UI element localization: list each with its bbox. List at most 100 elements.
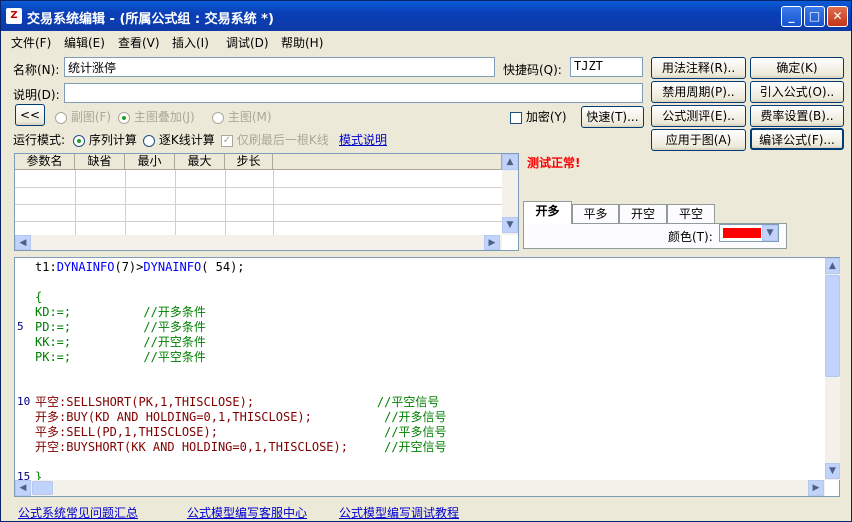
test-formula-button[interactable]: 公式测评(E).. — [651, 105, 746, 127]
app-icon: Z — [6, 8, 22, 24]
menu-edit[interactable]: 编辑(E) — [64, 34, 105, 51]
main-chart-label: 主图(M) — [227, 110, 272, 124]
code-text[interactable]: t1:DYNAINFO(7)>DYNAINFO( 54); {KD:=; //开… — [35, 260, 447, 485]
faq-link[interactable]: 公式系统常见问题汇总 — [18, 504, 138, 521]
code-line[interactable]: PD:=; //平多条件 — [35, 320, 447, 335]
param-vscroll[interactable]: ▲ ▼ — [502, 154, 518, 235]
shortcut-input[interactable]: TJZT — [570, 57, 643, 77]
color-label: 颜色(T): — [668, 230, 713, 244]
main-chart-radio[interactable]: 主图(M) — [212, 108, 272, 125]
run-mode-label: 运行模式: — [13, 133, 66, 147]
checkbox-check-icon: ✓ — [221, 134, 233, 147]
window-title: 交易系统编辑 - (所属公式组 : 交易系统 *) — [27, 12, 274, 27]
code-line[interactable]: PK:=; //平空条件 — [35, 350, 447, 365]
encrypt-checkbox[interactable]: 加密(Y) — [510, 108, 567, 125]
code-line[interactable] — [35, 275, 447, 290]
import-formula-button[interactable]: 引入公式(O).. — [750, 81, 844, 103]
sub-chart-radio[interactable]: 副图(F) — [55, 108, 111, 125]
name-label: 名称(N): — [13, 63, 60, 77]
scroll-up-icon[interactable]: ▲ — [825, 258, 840, 274]
menu-insert[interactable]: 插入(I) — [172, 34, 209, 51]
line-number: 5 — [17, 320, 24, 333]
support-link[interactable]: 公式模型编写客服中心 — [187, 504, 307, 521]
shortcut-label: 快捷码(Q): — [503, 63, 562, 77]
code-line[interactable] — [35, 365, 447, 380]
grid-line — [15, 204, 502, 205]
editor-hscroll[interactable]: ◀ ▶ — [15, 480, 825, 496]
radio-icon — [143, 134, 155, 147]
fast-button[interactable]: 快速(T)... — [581, 106, 644, 128]
desc-input[interactable] — [64, 83, 643, 103]
code-line[interactable]: 平多:SELL(PD,1,THISCLOSE); //平多信号 — [35, 425, 447, 440]
scroll-down-icon[interactable]: ▼ — [502, 217, 518, 233]
disable-period-button[interactable]: 禁用周期(P).. — [651, 81, 746, 103]
name-input[interactable]: 统计涨停 — [64, 57, 495, 77]
radio-icon — [73, 134, 85, 147]
scroll-thumb[interactable] — [32, 481, 53, 495]
collapse-button[interactable]: << — [15, 104, 45, 126]
param-header-default[interactable]: 缺省 — [75, 154, 125, 170]
scroll-thumb[interactable] — [825, 275, 840, 377]
code-line[interactable] — [35, 455, 447, 470]
grid-line — [15, 187, 502, 188]
refresh-last-checkbox[interactable]: ✓ 仅刷最后一根K线 — [221, 131, 329, 148]
scroll-down-icon[interactable]: ▼ — [825, 463, 840, 479]
param-table[interactable]: 参数名 缺省 最小 最大 步长 ▲ ▼ ◀ ▶ — [14, 153, 519, 251]
code-line[interactable]: 开空:BUYSHORT(KK AND HOLDING=0,1,THISCLOSE… — [35, 440, 447, 455]
menu-debug[interactable]: 调试(D) — [226, 34, 269, 51]
param-hscroll[interactable]: ◀ ▶ — [15, 235, 502, 250]
code-line[interactable]: 平空:SELLSHORT(PK,1,THISCLOSE); //平空信号 — [35, 395, 447, 410]
grid-line — [15, 221, 502, 222]
tab-open-long[interactable]: 开多 — [523, 201, 572, 224]
tab-close-short[interactable]: 平空 — [667, 204, 715, 223]
fee-setting-button[interactable]: 费率设置(B).. — [750, 105, 844, 127]
scroll-left-icon[interactable]: ◀ — [15, 235, 31, 250]
param-header-step[interactable]: 步长 — [225, 154, 273, 170]
close-button[interactable]: ✕ — [827, 6, 848, 27]
param-header-blank — [273, 154, 502, 170]
tab-open-short[interactable]: 开空 — [619, 204, 667, 223]
encrypt-label: 加密(Y) — [525, 110, 567, 124]
seq-calc-label: 序列计算 — [88, 133, 137, 147]
grid-line — [273, 170, 274, 235]
test-status-text: 测试正常! — [527, 156, 581, 170]
menu-help[interactable]: 帮助(H) — [281, 34, 323, 51]
param-header-name[interactable]: 参数名 — [15, 154, 75, 170]
tab-close-long[interactable]: 平多 — [572, 204, 619, 223]
confirm-button[interactable]: 确定(K) — [750, 57, 844, 79]
tutorial-link[interactable]: 公式模型编写调试教程 — [339, 504, 459, 521]
grid-line — [175, 170, 176, 235]
scroll-up-icon[interactable]: ▲ — [502, 154, 518, 170]
menu-view[interactable]: 查看(V) — [118, 34, 160, 51]
scroll-right-icon[interactable]: ▶ — [808, 480, 824, 496]
param-header-min[interactable]: 最小 — [125, 154, 175, 170]
bar-calc-radio[interactable]: 逐K线计算 — [143, 131, 215, 148]
scroll-left-icon[interactable]: ◀ — [15, 480, 31, 496]
checkbox-icon — [510, 111, 522, 124]
color-select[interactable]: ▼ — [719, 224, 779, 242]
grid-line — [225, 170, 226, 235]
scroll-right-icon[interactable]: ▶ — [484, 235, 500, 250]
minimize-button[interactable]: _ — [781, 6, 802, 27]
seq-calc-radio[interactable]: 序列计算 — [73, 131, 137, 148]
code-line[interactable]: KK:=; //开空条件 — [35, 335, 447, 350]
refresh-last-label: 仅刷最后一根K线 — [236, 133, 329, 147]
maximize-button[interactable]: □ — [804, 6, 825, 27]
main-overlay-radio[interactable]: 主图叠加(J) — [118, 108, 195, 125]
usage-note-button[interactable]: 用法注释(R).. — [651, 57, 746, 79]
code-line[interactable]: t1:DYNAINFO(7)>DYNAINFO( 54); — [35, 260, 447, 275]
code-line[interactable] — [35, 380, 447, 395]
mode-help-link[interactable]: 模式说明 — [339, 131, 387, 148]
code-line[interactable]: 开多:BUY(KD AND HOLDING=0,1,THISCLOSE); //… — [35, 410, 447, 425]
apply-chart-button[interactable]: 应用于图(A) — [651, 129, 746, 151]
compile-button[interactable]: 编译公式(F)... — [750, 128, 844, 150]
code-line[interactable]: KD:=; //开多条件 — [35, 305, 447, 320]
grid-line — [125, 170, 126, 235]
code-editor[interactable]: 5 10 15 t1:DYNAINFO(7)>DYNAINFO( 54); {KD:… — [14, 257, 840, 497]
menu-file[interactable]: 文件(F) — [11, 34, 51, 51]
title-bar[interactable]: Z 交易系统编辑 - (所属公式组 : 交易系统 *) _ □ ✕ — [1, 1, 851, 31]
code-line[interactable]: { — [35, 290, 447, 305]
chevron-down-icon[interactable]: ▼ — [762, 225, 778, 241]
editor-vscroll[interactable]: ▲ ▼ — [825, 258, 840, 480]
param-header-max[interactable]: 最大 — [175, 154, 225, 170]
